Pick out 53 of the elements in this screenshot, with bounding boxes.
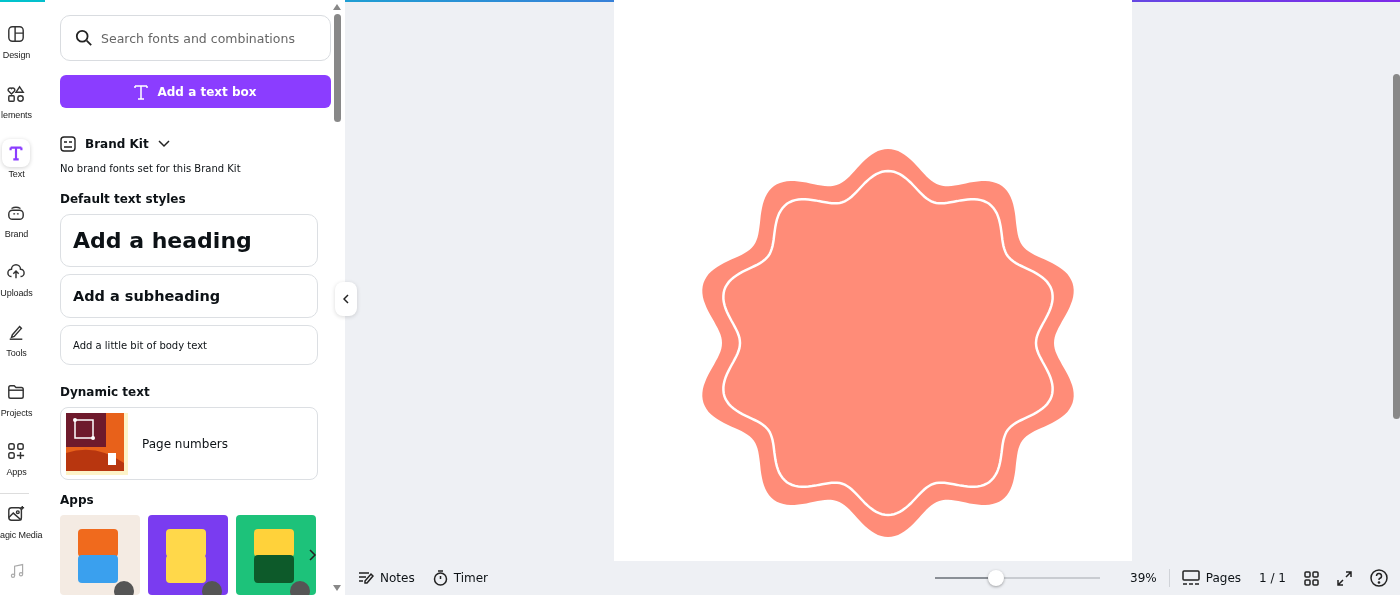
rail-item[interactable]: lements [0, 79, 33, 140]
timer-button[interactable]: Timer [432, 570, 488, 586]
chevron-right-icon[interactable] [309, 549, 317, 561]
design-page[interactable] [613, 0, 1132, 561]
timer-icon [432, 570, 448, 586]
notes-icon [358, 571, 374, 585]
rail-item[interactable]: agic Media [0, 499, 43, 560]
scroll-up-icon[interactable] [333, 4, 341, 10]
grid-view-icon[interactable] [1304, 570, 1319, 586]
add-text-box-button[interactable]: Add a text box [60, 75, 331, 108]
rail-item[interactable]: Tools [0, 317, 33, 378]
apps-icon [7, 442, 25, 461]
notes-button[interactable]: Notes [358, 571, 415, 585]
folder-icon [7, 382, 25, 401]
chevron-left-icon [343, 294, 349, 304]
pages-icon [1181, 570, 1200, 586]
scrollbar-thumb[interactable] [1393, 74, 1400, 419]
section-title: Apps [60, 493, 95, 507]
collapse-panel-button[interactable] [335, 282, 357, 316]
help-icon[interactable] [1370, 569, 1388, 587]
brand-kit-icon [60, 136, 76, 152]
layout-icon [7, 25, 25, 43]
page-count: 1 / 1 [1259, 571, 1286, 585]
slider-thumb[interactable] [988, 570, 1005, 586]
body-style-button[interactable]: Add a little bit of body text [60, 325, 318, 365]
brand-kit-note: No brand fonts set for this Brand Kit [60, 163, 242, 174]
rail-item[interactable]: Design [0, 20, 33, 80]
zoom-slider[interactable] [935, 569, 1101, 587]
text-icon [134, 83, 149, 100]
brand-icon [7, 203, 25, 222]
subheading-style-button[interactable]: Add a subheading [60, 274, 318, 318]
pages-button[interactable]: Pages [1181, 570, 1242, 586]
rail-item[interactable]: Apps [0, 437, 33, 497]
zoom-percentage[interactable]: 39% [1130, 571, 1157, 585]
rail-item[interactable]: Uploads [0, 258, 33, 318]
brand-kit-title[interactable]: Brand Kit [85, 137, 149, 151]
search-icon [75, 29, 93, 47]
rail-item[interactable]: Projects [0, 377, 33, 438]
rail-item[interactable]: Text [0, 139, 33, 199]
section-title: Default text styles [60, 192, 187, 206]
fullscreen-icon[interactable] [1337, 570, 1352, 586]
section-title: Dynamic text [60, 385, 151, 399]
scroll-down-icon[interactable] [333, 585, 341, 591]
text-icon [7, 144, 25, 163]
scrollbar-thumb[interactable] [333, 14, 341, 122]
page-numbers-card[interactable]: Page numbers [60, 407, 318, 480]
rail-item[interactable]: Brand [0, 198, 33, 259]
image-sparkle-icon [7, 504, 25, 523]
chevron-down-icon[interactable] [157, 140, 170, 148]
shapes-icon [7, 84, 25, 103]
search-field[interactable]: Search fonts and combinations [60, 15, 331, 61]
heading-style-button[interactable]: Add a heading [60, 214, 318, 267]
music-icon[interactable] [9, 563, 25, 580]
